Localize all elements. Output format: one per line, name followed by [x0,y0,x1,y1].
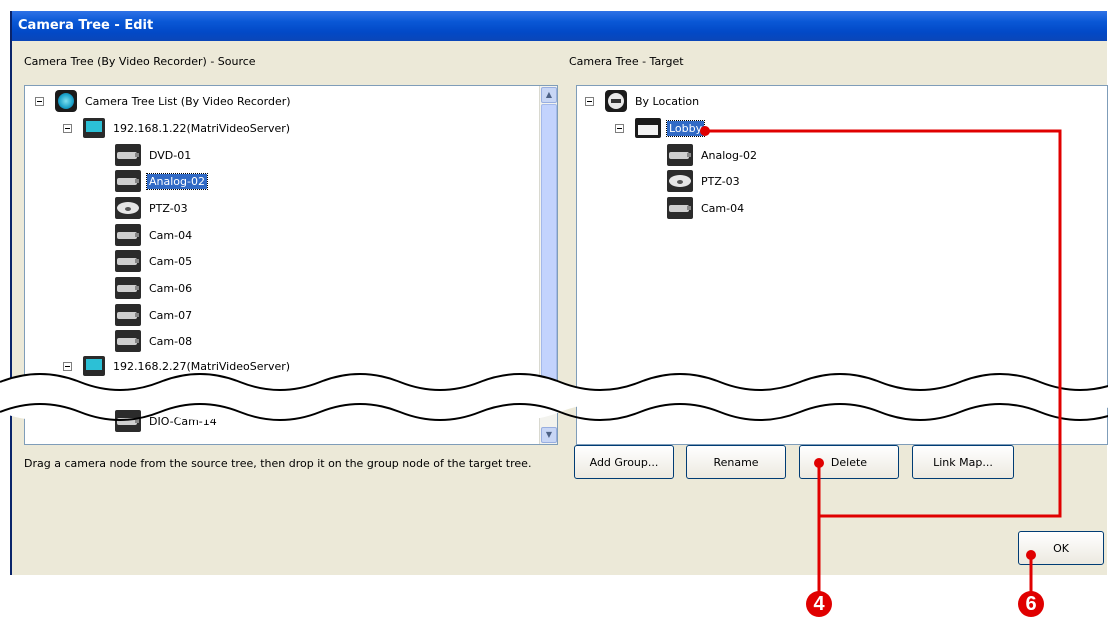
annotation-lines [700,126,1062,594]
callout-marker-4: 4 [806,591,832,617]
callout-marker-6: 6 [1018,591,1044,617]
